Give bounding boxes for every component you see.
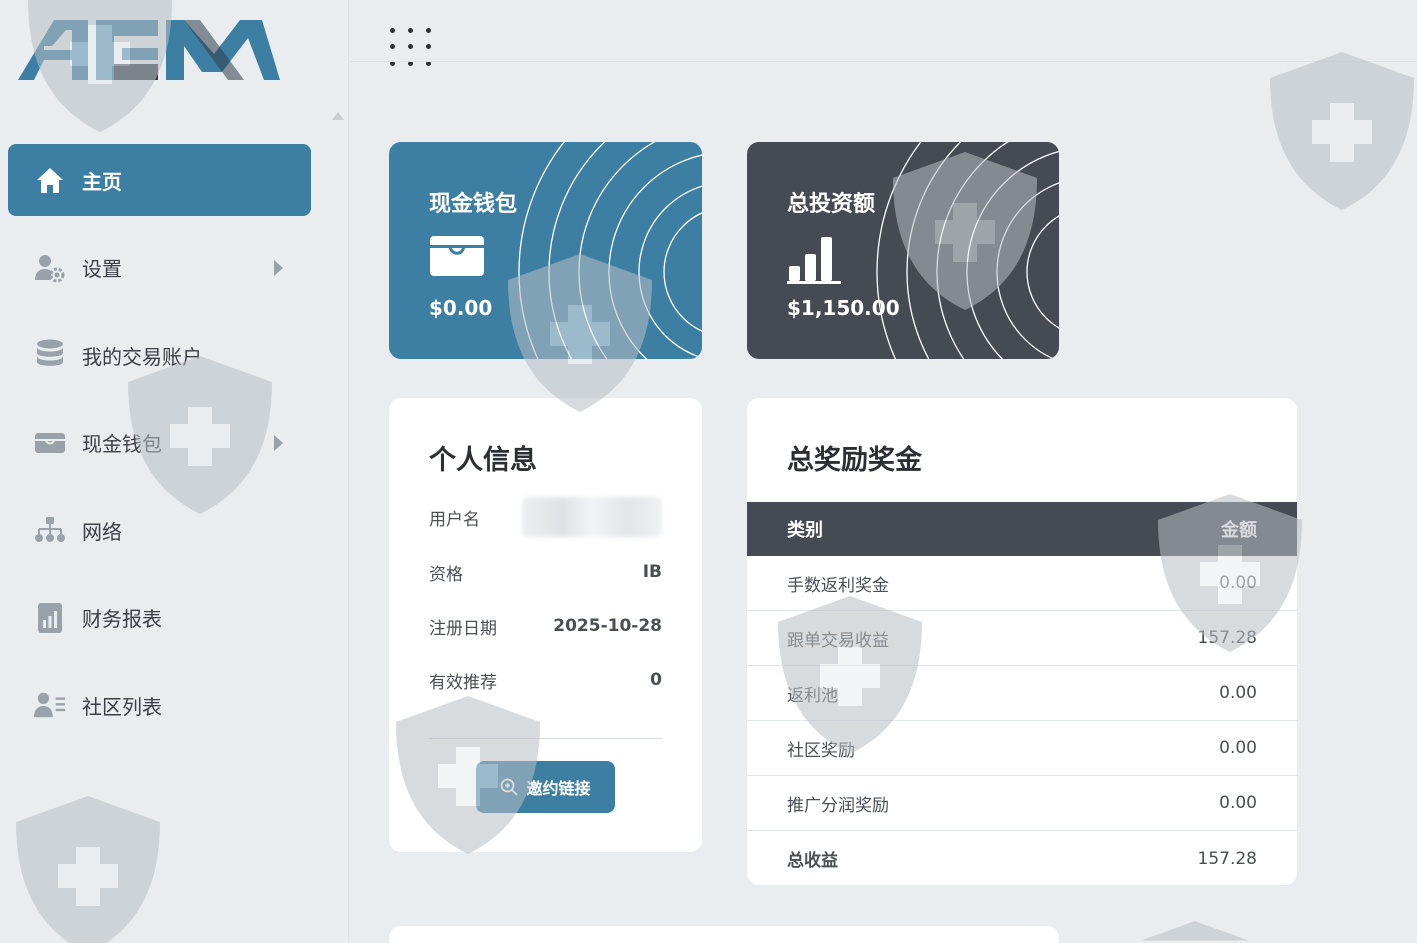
row-amount: 157.28 — [1197, 628, 1257, 648]
row-amount: 0.00 — [1219, 738, 1257, 758]
sidebar-item-label: 社区列表 — [82, 694, 162, 719]
grid-dot — [390, 44, 395, 50]
table-row: 跟单交易收益 157.28 — [747, 611, 1297, 666]
row-label: 注册日期 — [429, 618, 497, 639]
sidebar-item-network[interactable]: 网络 — [8, 494, 311, 566]
row-value: 2025-10-28 — [553, 616, 662, 636]
card-title: 现金钱包 — [429, 192, 518, 217]
row-category: 社区奖励 — [787, 740, 855, 761]
row-category: 总收益 — [787, 851, 838, 871]
panel-title: 总奖励奖金 — [787, 445, 922, 476]
shield-watermark-icon — [1270, 52, 1414, 210]
bar-chart-icon — [787, 234, 843, 288]
profile-row-qualification: 资格 IB — [429, 557, 662, 587]
shield-watermark-icon — [1141, 921, 1249, 941]
bonus-panel: 总奖励奖金 类别 金额 手数返利奖金 0.00 跟单交易收益 157.28 返利… — [747, 398, 1297, 885]
wallet-icon — [429, 234, 485, 282]
grid-dot — [390, 28, 395, 33]
total-investment-card[interactable]: 总投资额 $1,150.00 — [747, 142, 1059, 359]
wallet-icon — [34, 427, 66, 459]
card-title: 总投资额 — [787, 192, 876, 217]
row-category: 推广分润奖励 — [787, 795, 889, 816]
row-category: 跟单交易收益 — [787, 630, 889, 651]
card-value: $0.00 — [429, 296, 493, 320]
row-value: 0 — [650, 670, 662, 690]
sidebar-item-label: 网络 — [82, 519, 122, 544]
panel-title: 个人信息 — [429, 445, 537, 476]
invite-button-label: 邀约链接 — [526, 779, 591, 798]
row-amount: 157.28 — [1197, 848, 1257, 869]
apps-grid-button[interactable] — [386, 26, 432, 70]
card-value: $1,150.00 — [787, 296, 900, 320]
invite-link-button[interactable]: 邀约链接 — [476, 761, 615, 813]
user-gear-icon — [34, 252, 66, 284]
sidebar-nav: 主页 设置 我的交易账户 现金钱包 网络 财务报表 社区列表 — [8, 144, 311, 757]
grid-dot — [408, 28, 413, 33]
sidebar-item-label: 财务报表 — [82, 607, 162, 631]
username-redacted — [522, 497, 662, 537]
chevron-right-icon — [274, 259, 283, 276]
home-icon — [34, 164, 66, 196]
row-amount: 0.00 — [1219, 793, 1257, 813]
profile-panel: 个人信息 用户名 资格 IB 注册日期 2025-10-28 有效推荐 0 邀约… — [389, 398, 702, 852]
cash-wallet-card[interactable]: 现金钱包 $0.00 — [389, 142, 702, 359]
row-amount: 0.00 — [1219, 573, 1257, 593]
zoom-in-icon — [501, 778, 519, 796]
sidebar-item-label: 设置 — [82, 257, 122, 281]
table-body: 手数返利奖金 0.00 跟单交易收益 157.28 返利池 0.00 社区奖励 … — [747, 556, 1297, 885]
sidebar-item-financial-reports[interactable]: 财务报表 — [8, 582, 311, 654]
column-header-category: 类别 — [787, 520, 823, 541]
grid-dot — [426, 28, 431, 33]
table-row-total: 总收益 157.28 — [747, 831, 1297, 885]
sidebar-item-home[interactable]: 主页 — [8, 144, 311, 216]
row-category: 返利池 — [787, 685, 838, 706]
sidebar-item-trading-accounts[interactable]: 我的交易账户 — [8, 319, 311, 391]
chevron-right-icon — [274, 434, 283, 451]
profile-row-registration-date: 注册日期 2025-10-28 — [429, 611, 662, 641]
bottom-panel — [389, 926, 1059, 943]
table-header: 类别 金额 — [747, 502, 1297, 556]
sidebar-scroll-up[interactable] — [332, 112, 344, 120]
column-header-amount: 金额 — [1221, 520, 1257, 541]
row-label: 有效推荐 — [429, 672, 497, 693]
user-list-icon — [34, 689, 66, 721]
topbar-divider — [350, 61, 1417, 62]
sidebar-item-community-list[interactable]: 社区列表 — [8, 669, 311, 741]
sidebar-item-label: 主页 — [82, 169, 122, 194]
row-amount: 0.00 — [1219, 683, 1257, 703]
database-icon — [34, 339, 66, 371]
sidebar-item-settings[interactable]: 设置 — [8, 232, 311, 304]
report-chart-icon — [34, 602, 66, 634]
brand-logo[interactable] — [18, 16, 280, 84]
sidebar: 主页 设置 我的交易账户 现金钱包 网络 财务报表 社区列表 — [0, 0, 349, 943]
sidebar-item-label: 现金钱包 — [82, 432, 162, 456]
grid-dot — [426, 44, 431, 50]
grid-dot — [408, 44, 413, 50]
sidebar-item-label: 我的交易账户 — [82, 344, 202, 369]
divider — [429, 738, 662, 739]
profile-row-username: 用户名 — [429, 497, 662, 537]
profile-row-referrals: 有效推荐 0 — [429, 665, 662, 695]
table-row: 推广分润奖励 0.00 — [747, 776, 1297, 831]
row-label: 资格 — [429, 564, 463, 585]
sidebar-item-cash-wallet[interactable]: 现金钱包 — [8, 407, 311, 479]
row-value: IB — [642, 562, 662, 582]
network-icon — [34, 514, 66, 546]
table-row: 社区奖励 0.00 — [747, 721, 1297, 776]
row-label: 用户名 — [429, 509, 480, 530]
row-category: 手数返利奖金 — [787, 575, 889, 596]
table-row: 手数返利奖金 0.00 — [747, 556, 1297, 611]
table-row: 返利池 0.00 — [747, 666, 1297, 721]
